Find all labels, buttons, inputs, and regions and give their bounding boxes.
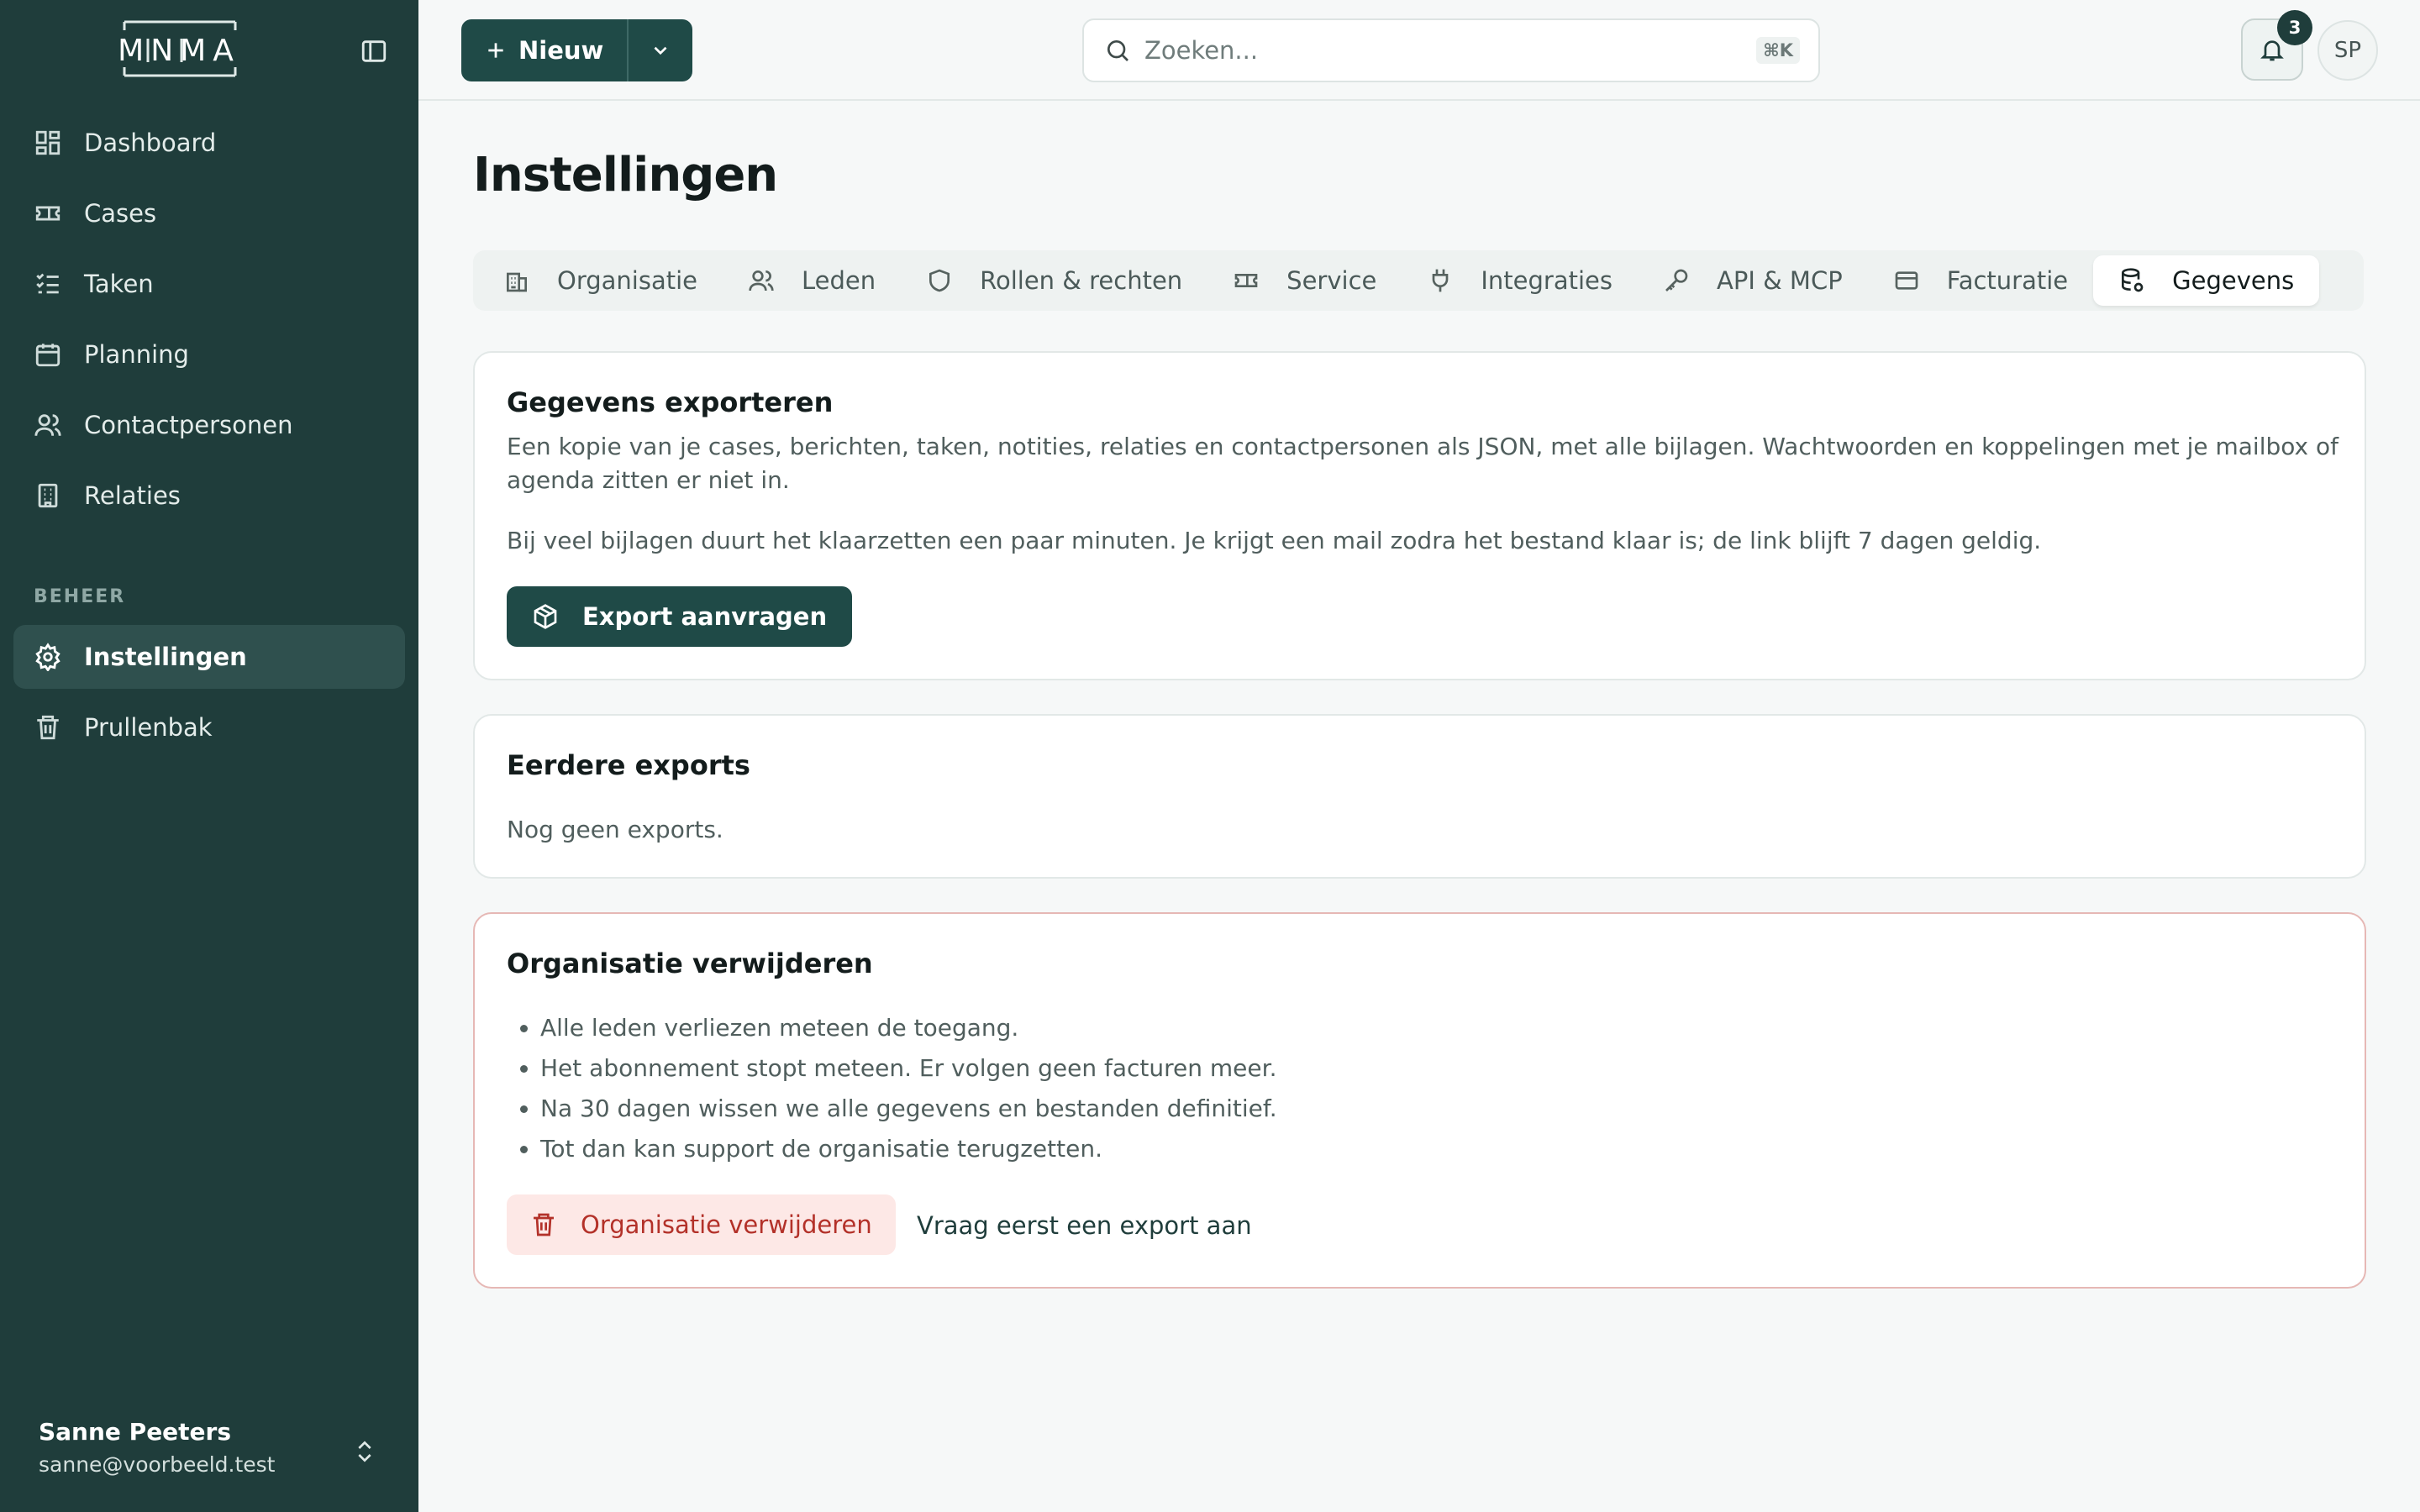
building-icon <box>507 272 527 292</box>
search-bar[interactable]: ⌘K <box>1082 18 1820 82</box>
notification-count-badge: 3 <box>2277 10 2312 45</box>
list-check-icon <box>36 273 59 294</box>
list-item: Na 30 dagen wissen we alle gegevens en b… <box>540 1089 1277 1129</box>
delete-organisation-card: Organisatie verwijderen Alle leden verli… <box>473 912 2366 1289</box>
sidebar-item-label: Planning <box>84 340 189 369</box>
users-icon <box>34 414 61 436</box>
sidebar-item-label: Taken <box>84 270 154 298</box>
previous-exports-card: Eerdere exports Nog geen exports. <box>473 714 2366 879</box>
list-item: Het abonnement stopt meteen. Er volgen g… <box>540 1048 1277 1089</box>
tab-organisatie[interactable]: Organisatie <box>478 255 723 306</box>
dashboard-icon <box>35 130 60 155</box>
sidebar-item-label: Prullenbak <box>84 713 213 742</box>
tab-label: API & MCP <box>1717 266 1843 295</box>
export-request-button[interactable]: Export aanvragen <box>507 586 853 647</box>
shield-icon <box>929 269 950 292</box>
sidebar-item-label: Contactpersonen <box>84 411 293 439</box>
chevron-down-icon <box>654 46 667 55</box>
sidebar-item-label: Dashboard <box>84 129 217 157</box>
delete-card-title: Organisatie verwijderen <box>507 948 873 979</box>
tab-integraties[interactable]: Integraties <box>1402 255 1638 306</box>
export-card: Gegevens exporteren Een kopie van je cas… <box>473 351 2366 680</box>
chevrons-up-down-icon[interactable] <box>351 1436 378 1467</box>
package-icon <box>534 604 557 629</box>
plus-icon <box>488 43 503 58</box>
trash-icon <box>37 715 59 740</box>
new-button[interactable]: Nieuw <box>461 19 629 81</box>
sidebar: MNMA Dashboard Cases Taken Planning Cont… <box>0 0 418 1512</box>
avatar[interactable]: SP <box>2317 20 2378 81</box>
sidebar-item-cases[interactable]: Cases <box>13 181 405 245</box>
user-email: sanne@voorbeeld.test <box>39 1452 276 1477</box>
delete-organisation-label: Organisatie verwijderen <box>581 1210 872 1239</box>
tab-label: Service <box>1286 266 1377 295</box>
credit-card-icon <box>1895 271 1918 290</box>
sidebar-item-taken[interactable]: Taken <box>13 252 405 316</box>
export-note: Bij veel bijlagen duurt het klaarzetten … <box>507 527 2042 554</box>
new-button-label: Nieuw <box>518 36 604 65</box>
search-input[interactable] <box>1144 36 1733 65</box>
plug-icon <box>1433 269 1449 292</box>
main-nav: Dashboard Cases Taken Planning Contactpe… <box>13 111 405 534</box>
sidebar-item-label: Cases <box>84 199 157 228</box>
sidebar-toggle-icon[interactable] <box>360 37 388 66</box>
search-icon <box>1107 40 1128 61</box>
tab-label: Organisatie <box>557 266 698 295</box>
previous-exports-title: Eerdere exports <box>507 749 750 781</box>
sidebar-item-label: Relaties <box>84 481 181 510</box>
sidebar-item-contactpersonen[interactable]: Contactpersonen <box>13 393 405 457</box>
trash-icon <box>534 1213 554 1236</box>
calendar-icon <box>35 344 60 367</box>
tab-label: Rollen & rechten <box>980 266 1183 295</box>
user-name: Sanne Peeters <box>39 1418 232 1446</box>
tab-service[interactable]: Service <box>1207 255 1402 306</box>
sidebar-item-planning[interactable]: Planning <box>13 323 405 386</box>
settings-tabs: Organisatie Leden Rollen & rechten Servi… <box>473 250 2364 311</box>
building-icon <box>38 483 58 508</box>
sidebar-item-prullenbak[interactable]: Prullenbak <box>13 696 405 759</box>
tab-label: Gegevens <box>2172 266 2295 295</box>
list-item: Tot dan kan support de organisatie terug… <box>540 1129 1277 1169</box>
tab-leden[interactable]: Leden <box>723 255 901 306</box>
tab-api-mcp[interactable]: API & MCP <box>1638 255 1868 306</box>
sidebar-item-label: Instellingen <box>84 643 247 671</box>
users-icon <box>749 270 774 291</box>
new-dropdown-button[interactable] <box>629 19 692 81</box>
sidebar-item-dashboard[interactable]: Dashboard <box>13 111 405 175</box>
search-shortcut: ⌘K <box>1756 37 1800 64</box>
topbar: Nieuw ⌘K 3 SP <box>418 0 2420 101</box>
sidebar-item-relaties[interactable]: Relaties <box>13 464 405 528</box>
ticket-icon <box>1234 274 1258 287</box>
sidebar-section-beheer: BEHEER <box>34 586 126 607</box>
previous-exports-empty: Nog geen exports. <box>507 816 723 843</box>
list-item: Alle leden verliezen meteen de toegang. <box>540 1008 1277 1048</box>
tab-rollen-rechten[interactable]: Rollen & rechten <box>901 255 1207 306</box>
tab-label: Leden <box>802 266 876 295</box>
export-description: Een kopie van je cases, berichten, taken… <box>507 433 2338 494</box>
export-request-label: Export aanvragen <box>582 602 828 631</box>
ticket-icon <box>35 206 60 221</box>
user-profile[interactable]: Sanne Peeters sanne@voorbeeld.test <box>39 1418 275 1477</box>
request-export-first-link[interactable]: Vraag eerst een export aan <box>917 1211 1252 1240</box>
tab-label: Facturatie <box>1946 266 2069 295</box>
gear-icon <box>35 643 60 671</box>
mnma-logo[interactable]: MNMA <box>109 18 249 79</box>
database-icon <box>2122 268 2144 292</box>
page-title: Instellingen <box>473 148 778 202</box>
delete-organisation-button[interactable]: Organisatie verwijderen <box>507 1194 896 1255</box>
delete-consequences-list: Alle leden verliezen meteen de toegang. … <box>540 1008 1277 1169</box>
tab-facturatie[interactable]: Facturatie <box>1868 255 2093 306</box>
tab-gegevens[interactable]: Gegevens <box>2093 255 2320 306</box>
sidebar-item-instellingen[interactable]: Instellingen <box>13 625 405 689</box>
svg-text:MNMA: MNMA <box>118 34 240 68</box>
new-button-group: Nieuw <box>461 19 693 81</box>
key-icon <box>1665 269 1688 291</box>
admin-nav: Instellingen Prullenbak <box>13 625 405 766</box>
export-card-title: Gegevens exporteren <box>507 386 834 418</box>
tab-label: Integraties <box>1481 266 1612 295</box>
